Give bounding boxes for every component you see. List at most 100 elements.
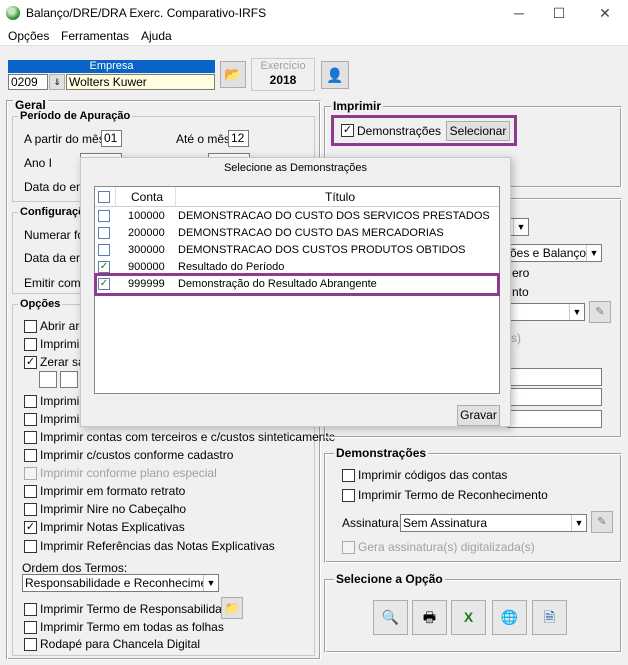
folder-icon: 📁 <box>224 601 240 615</box>
termo-resp-checkbox[interactable] <box>24 603 37 616</box>
a-partir-field[interactable]: 01 <box>101 130 122 147</box>
opcao-checkbox[interactable] <box>24 503 37 516</box>
demonstracoes-checkbox[interactable]: ✓ <box>341 124 354 137</box>
exercicio-value: 2018 <box>269 73 297 87</box>
user-icon: 👤 <box>326 67 344 83</box>
right-combo-2[interactable]: ões e Balanço ▼ <box>507 244 602 262</box>
small-box-1[interactable] <box>39 371 57 388</box>
print-button[interactable]: 🖶 <box>412 600 447 635</box>
exercicio-box: Exercício 2018 <box>251 58 315 91</box>
right-combo-3[interactable]: ▼ <box>507 303 585 321</box>
right-field-3[interactable] <box>507 410 602 428</box>
opcao-checkbox[interactable]: ✓ <box>24 521 37 534</box>
select-all-checkbox[interactable] <box>98 191 110 203</box>
periodo-label: Período de Apuração <box>18 110 133 122</box>
minimize-button[interactable]: ─ <box>509 4 529 22</box>
opcao-label: Imprimir Notas Explicativas <box>40 520 185 534</box>
preview-button[interactable]: 🔍 <box>373 600 408 635</box>
ordem-combo[interactable]: Responsabilidade e Reconhecimento ▼ <box>22 574 219 592</box>
demonstracoes-label: Demonstrações <box>357 124 442 138</box>
gera-assinatura-checkbox[interactable] <box>342 541 355 554</box>
data-enc-label: Data do enc <box>24 180 89 194</box>
a-partir-label: A partir do mês <box>24 132 105 146</box>
opcao-checkbox[interactable] <box>24 485 37 498</box>
small-box-2[interactable] <box>60 371 78 388</box>
termo-rec-label: Imprimir Termo de Reconhecimento <box>358 488 548 502</box>
right-field-1[interactable] <box>507 368 602 386</box>
user-button[interactable]: 👤 <box>321 61 349 89</box>
grid-row[interactable]: 100000 DEMONSTRACAO DO CUSTO DOS SERVICOS… <box>95 208 499 225</box>
selecionar-button[interactable]: Selecionar <box>446 121 510 141</box>
row-titulo: DEMONSTRACAO DO CUSTO DAS MERCADORIAS <box>178 227 444 239</box>
menu-opcoes[interactable]: Opções <box>8 29 49 43</box>
menu-ajuda[interactable]: Ajuda <box>141 29 172 43</box>
opcao-checkbox[interactable] <box>24 413 37 426</box>
partial-text-nto: nto <box>512 285 529 299</box>
chevron-down-icon: ▼ <box>586 245 601 261</box>
opcoes-label: Opções <box>18 298 63 310</box>
exercicio-label: Exercício <box>260 60 306 72</box>
opcao-checkbox[interactable] <box>24 338 37 351</box>
empresa-name-field[interactable]: Wolters Kuwer <box>66 74 215 90</box>
imprimir-label: Imprimir <box>331 99 384 113</box>
ordem-value: Responsabilidade e Reconhecimento <box>25 576 219 590</box>
col-titulo-header[interactable]: Título <box>325 190 355 204</box>
rodape-checkbox[interactable] <box>24 638 37 651</box>
opcao-checkbox[interactable] <box>24 431 37 444</box>
pen-icon: ✎ <box>595 306 605 318</box>
termo-resp-label: Imprimir Termo de Responsabilidade <box>40 602 236 616</box>
magnifier-document-icon: 🔍 <box>381 609 400 625</box>
export-document-button[interactable]: 🗎 <box>532 600 567 635</box>
gravar-button[interactable]: Gravar <box>457 405 500 426</box>
menu-ferramentas[interactable]: Ferramentas <box>61 29 129 43</box>
signature-edit-button[interactable]: ✎ <box>589 301 611 323</box>
row-checkbox[interactable] <box>98 227 110 239</box>
chevron-down-icon: ▼ <box>571 515 586 531</box>
col-conta-header[interactable]: Conta <box>131 190 163 204</box>
assinatura-value: Sem Assinatura <box>403 516 488 530</box>
opcao-checkbox[interactable] <box>24 467 37 480</box>
codigos-label: Imprimir códigos das contas <box>358 468 508 482</box>
grid-row[interactable]: 300000 DEMONSTRACAO DOS CUSTOS PRODUTOS O… <box>95 242 499 259</box>
assinatura-combo[interactable]: Sem Assinatura ▼ <box>400 514 587 532</box>
gera-assinatura-label: Gera assinatura(s) digitalizada(s) <box>358 540 535 554</box>
rodape-label: Rodapé para Chancela Digital <box>40 637 201 651</box>
grid-row[interactable]: 200000 DEMONSTRACAO DO CUSTO DAS MERCADOR… <box>95 225 499 242</box>
close-button[interactable]: ✕ <box>595 4 615 22</box>
ano-label: Ano I <box>24 156 53 170</box>
chevron-down-icon: ▼ <box>513 219 528 235</box>
termo-folder-button[interactable]: 📁 <box>221 597 243 619</box>
app-icon <box>6 6 20 20</box>
row-checkbox[interactable]: ✓ <box>98 261 110 273</box>
empresa-code-field[interactable]: 0209 <box>8 74 48 90</box>
codigos-checkbox[interactable] <box>342 469 355 482</box>
open-folder-button[interactable]: 📂 <box>220 61 246 88</box>
export-web-button[interactable]: 🌐 <box>492 600 527 635</box>
opcao-checkbox[interactable]: ✓ <box>24 356 37 369</box>
opcao-checkbox[interactable] <box>24 320 37 333</box>
opcao-checkbox[interactable] <box>24 395 37 408</box>
ate-field[interactable]: 12 <box>228 130 249 147</box>
dialog-title: Selecione as Demonstrações <box>223 162 368 174</box>
right-field-2[interactable] <box>507 388 602 406</box>
row-conta: 200000 <box>128 227 165 239</box>
maximize-button[interactable]: ☐ <box>549 4 569 22</box>
assinatura-label: Assinatura: <box>342 516 403 530</box>
termo-todas-label: Imprimir Termo em todas as folhas <box>40 620 224 634</box>
row-checkbox[interactable] <box>98 244 110 256</box>
row-conta: 900000 <box>128 261 165 273</box>
opcao-checkbox[interactable] <box>24 449 37 462</box>
row-checkbox[interactable] <box>98 210 110 222</box>
empresa-lookup-button[interactable]: ⇓ <box>49 74 65 90</box>
chevron-down-icon: ▼ <box>203 575 218 591</box>
export-excel-button[interactable]: X <box>451 600 486 635</box>
folder-open-icon: 📂 <box>224 66 242 82</box>
opcao-checkbox[interactable] <box>24 540 37 553</box>
opcao-label: Imprimir conforme plano especial <box>40 466 217 480</box>
window-title: Balanço/DRE/DRA Exerc. Comparativo-IRFS <box>26 6 267 20</box>
globe-export-icon: 🌐 <box>500 609 519 625</box>
termo-rec-checkbox[interactable] <box>342 489 355 502</box>
termo-todas-checkbox[interactable] <box>24 621 37 634</box>
opcao-label: Imprimir em formato retrato <box>40 484 186 498</box>
assinatura-edit-button[interactable]: ✎ <box>591 511 613 533</box>
